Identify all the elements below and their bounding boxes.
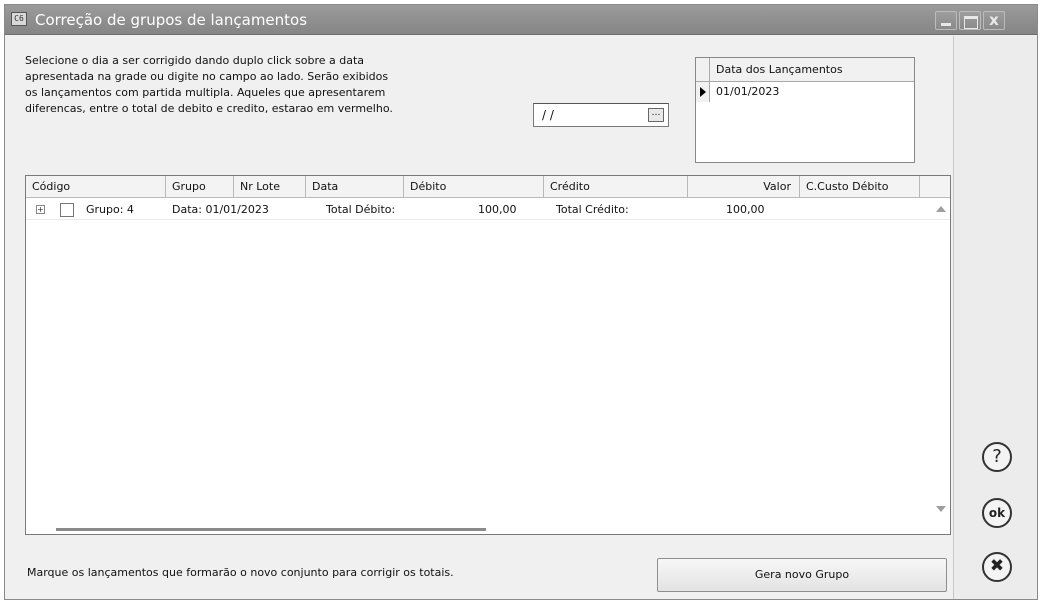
instructions-text: Selecione o dia a ser corrigido dando du… (25, 53, 505, 117)
expand-icon[interactable]: + (36, 205, 45, 214)
horizontal-scrollbar-thumb[interactable] (56, 528, 486, 531)
close-icon: x (989, 11, 999, 29)
date-input[interactable]: / / … (533, 103, 669, 127)
column-header-valor[interactable]: Valor (688, 176, 800, 198)
title-bar[interactable]: C6 Correção de grupos de lançamentos x (5, 5, 1037, 35)
app-icon: C6 (11, 12, 27, 26)
scroll-down-arrow-icon[interactable] (936, 506, 946, 512)
total-credit-value: 100,00 (726, 203, 765, 216)
grid-header: Código Grupo Nr Lote Data Débito Crédito… (26, 176, 950, 198)
ok-button[interactable]: ok (982, 498, 1012, 528)
dialog-window: C6 Correção de grupos de lançamentos x S… (4, 4, 1038, 600)
group-label: Grupo: 4 (86, 203, 134, 216)
date-cell[interactable]: 01/01/2023 (716, 85, 779, 98)
minimize-button[interactable] (935, 11, 957, 30)
column-header-c-custo-debito[interactable]: C.Custo Débito (800, 176, 920, 198)
column-header-credito[interactable]: Crédito (544, 176, 688, 198)
vertical-scrollbar[interactable] (932, 198, 950, 518)
group-checkbox[interactable] (60, 203, 74, 217)
current-row-arrow-icon (700, 87, 706, 97)
column-header-codigo[interactable]: Código (26, 176, 166, 198)
window-title: Correção de grupos de lançamentos (35, 11, 308, 29)
side-panel: ? ok ✖ (953, 36, 1037, 599)
entries-grid[interactable]: Código Grupo Nr Lote Data Débito Crédito… (25, 175, 951, 535)
date-picker-button[interactable]: … (648, 108, 664, 122)
instruction-line: Selecione o dia a ser corrigido dando du… (25, 54, 365, 67)
column-header-nr-lote[interactable]: Nr Lote (234, 176, 306, 198)
row-indicator (696, 82, 710, 102)
help-button[interactable]: ? (982, 442, 1012, 472)
total-debit-label: Total Débito: (326, 203, 396, 216)
instruction-line: os lançamentos com partida multipla. Aqu… (25, 86, 386, 99)
maximize-button[interactable] (959, 11, 981, 30)
cancel-button[interactable]: ✖ (982, 552, 1012, 582)
instruction-line: apresentada na grade ou digite no campo … (25, 70, 389, 83)
column-header-debito[interactable]: Débito (404, 176, 544, 198)
column-header-data[interactable]: Data (306, 176, 404, 198)
dates-header-label: Data dos Lançamentos (716, 63, 843, 76)
scroll-up-arrow-icon[interactable] (936, 206, 946, 212)
date-row[interactable]: 01/01/2023 (696, 82, 914, 102)
total-credit-label: Total Crédito: (556, 203, 629, 216)
dates-grid-header: Data dos Lançamentos (696, 58, 914, 82)
close-window-button[interactable]: x (983, 11, 1005, 30)
group-date: Data: 01/01/2023 (172, 203, 269, 216)
group-row[interactable]: + Grupo: 4 Data: 01/01/2023 Total Débito… (26, 200, 950, 220)
instruction-line: diferencas, entre o total de debito e cr… (25, 102, 393, 115)
column-header-grupo[interactable]: Grupo (166, 176, 234, 198)
date-input-value: / / (542, 108, 554, 122)
generate-group-button[interactable]: Gera novo Grupo (657, 558, 947, 592)
bottom-instruction: Marque os lançamentos que formarão o nov… (27, 566, 454, 579)
total-debit-value: 100,00 (478, 203, 517, 216)
row-indicator-header (696, 58, 710, 81)
dates-grid[interactable]: Data dos Lançamentos 01/01/2023 (695, 57, 915, 163)
